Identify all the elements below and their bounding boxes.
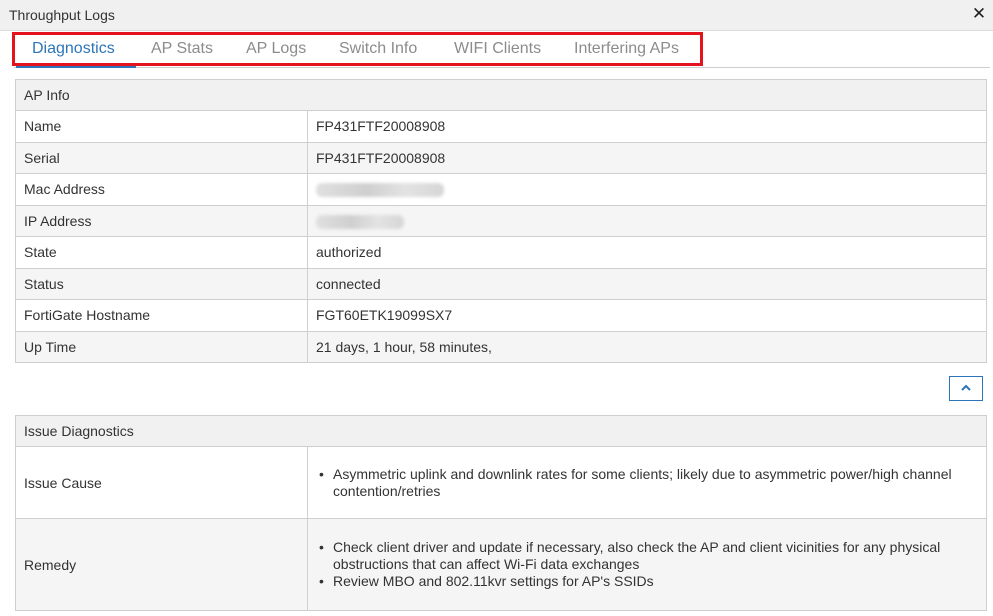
row-label: Mac Address [15,173,308,206]
issue-diagnostics-header: Issue Diagnostics [15,415,987,447]
tab-bar: Diagnostics AP Stats AP Logs Switch Info… [14,31,990,68]
row-value: authorized [307,236,987,269]
tab-wifi-clients[interactable]: WIFI Clients [454,40,541,58]
window-titlebar: Throughput Logs ✕ [0,0,993,31]
active-tab-indicator [16,65,136,68]
row-label: Up Time [15,330,308,363]
remedy-label: Remedy [15,518,308,611]
row-label: Serial [15,141,308,174]
issue-cause-value: Asymmetric uplink and downlink rates for… [307,446,987,519]
row-value: FGT60ETK19099SX7 [307,299,987,332]
tab-ap-logs[interactable]: AP Logs [246,40,306,58]
list-item: Check client driver and update if necess… [316,539,978,573]
mac-address-value [307,173,987,206]
row-label: Status [15,267,308,300]
tab-ap-stats[interactable]: AP Stats [151,40,213,58]
row-value: 21 days, 1 hour, 58 minutes, [307,330,987,363]
row-label: State [15,236,308,269]
issue-cause-list: Asymmetric uplink and downlink rates for… [316,466,978,500]
tab-switch-info[interactable]: Switch Info [339,40,417,58]
ip-address-value [307,204,987,237]
issue-diagnostics-table: Issue Diagnostics Issue Cause Asymmetric… [15,415,987,611]
row-value: connected [307,267,987,300]
chevron-up-icon [961,384,971,391]
list-item: Review MBO and 802.11kvr settings for AP… [316,573,978,590]
row-label: FortiGate Hostname [15,299,308,332]
redacted-value [316,214,404,229]
row-value: FP431FTF20008908 [307,110,987,143]
tab-interfering-aps[interactable]: Interfering APs [574,40,679,58]
list-item: Asymmetric uplink and downlink rates for… [316,466,978,500]
window-title: Throughput Logs [9,7,115,23]
redacted-value [316,183,444,198]
ap-info-table: AP Info Name FP431FTF20008908 Serial FP4… [15,79,987,363]
row-label: IP Address [15,204,308,237]
close-icon[interactable]: ✕ [971,5,987,23]
row-value: FP431FTF20008908 [307,141,987,174]
collapse-button[interactable] [949,376,983,401]
remedy-value: Check client driver and update if necess… [307,518,987,611]
issue-cause-label: Issue Cause [15,446,308,519]
tab-diagnostics[interactable]: Diagnostics [32,40,115,58]
ap-info-header: AP Info [15,79,987,111]
row-label: Name [15,110,308,143]
remedy-list: Check client driver and update if necess… [316,539,978,590]
